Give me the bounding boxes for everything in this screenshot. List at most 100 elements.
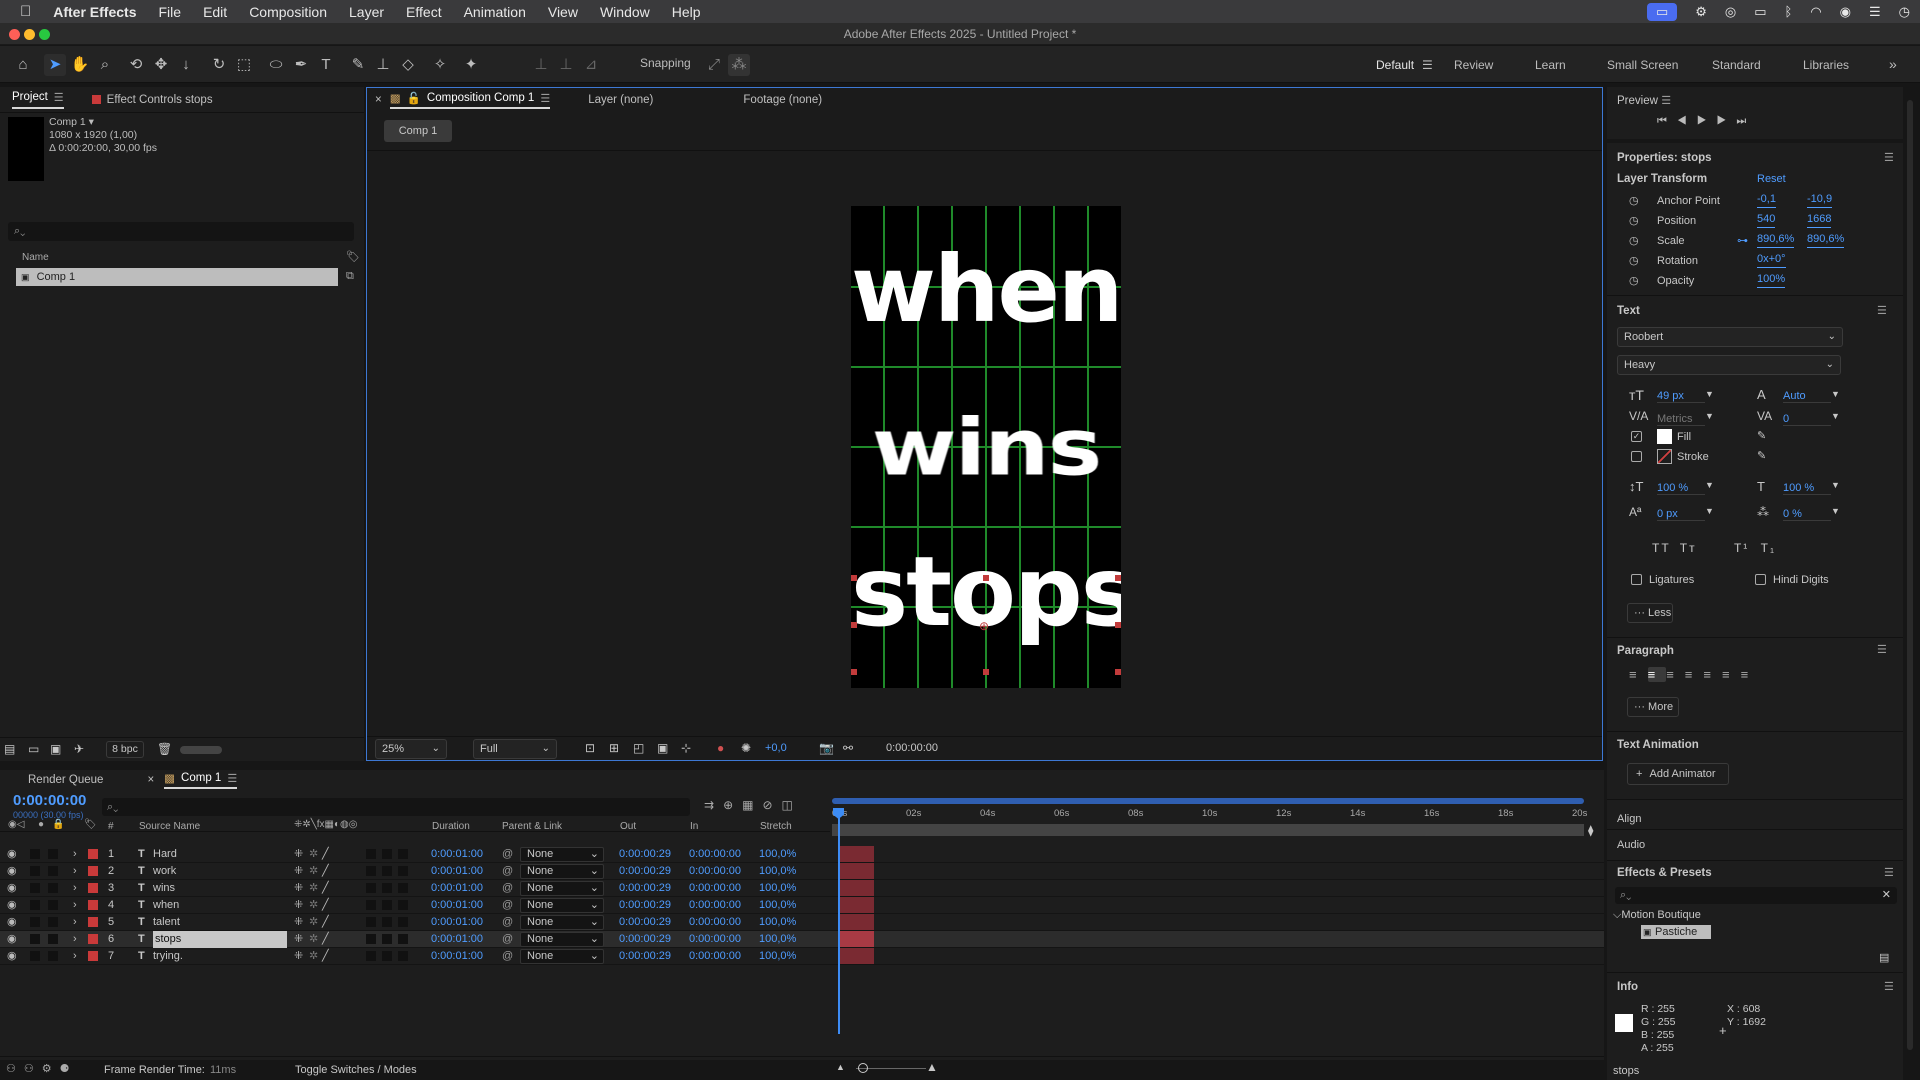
- layer-name[interactable]: when: [153, 897, 179, 914]
- tab-render-queue[interactable]: Render Queue: [28, 774, 103, 786]
- effects-search-input[interactable]: ⌕⌄ ✕: [1615, 887, 1897, 904]
- pick-whip-icon[interactable]: @: [502, 948, 513, 965]
- kerning-dropdown-icon[interactable]: ▼: [1705, 411, 1714, 421]
- layer-label-color[interactable]: [88, 883, 98, 893]
- visibility-eye-icon[interactable]: ◉: [7, 931, 17, 948]
- layer-name[interactable]: wins: [153, 880, 175, 897]
- timeline-layer-row[interactable]: ◉ › 7 Ttrying. ⁜ ✲ ╱ 0:00:01:00 @ None ⌄ 0:00:00:29…: [0, 948, 1604, 965]
- lock-toggle[interactable]: [48, 951, 58, 961]
- toggle-switches-modes-button[interactable]: Toggle Switches / Modes: [295, 1064, 417, 1076]
- lock-toggle[interactable]: [48, 934, 58, 944]
- selection-tool-icon[interactable]: ➤: [44, 54, 66, 76]
- parent-dropdown[interactable]: None ⌄: [520, 949, 604, 964]
- switch-box[interactable]: [366, 883, 376, 893]
- adjust-settings-icon[interactable]: ✈: [74, 742, 84, 756]
- lock-toggle[interactable]: [48, 900, 58, 910]
- time-ruler[interactable]: 00s02s04s06s08s10s12s14s16s18s20s: [832, 798, 1587, 846]
- workspace-standard[interactable]: Standard: [1712, 58, 1761, 72]
- align-right-icon[interactable]: ≡: [1666, 667, 1685, 682]
- tab-layer[interactable]: Layer (none): [588, 94, 653, 106]
- hindi-digits-checkbox[interactable]: [1755, 574, 1766, 585]
- comp-canvas[interactable]: when wins stops ⊕: [851, 206, 1121, 688]
- scale-x-value[interactable]: 890,6%: [1757, 231, 1795, 248]
- color-management-icon[interactable]: ✺: [741, 741, 751, 755]
- justify-all-icon[interactable]: ≡: [1741, 667, 1760, 682]
- justify-center-icon[interactable]: ≡: [1703, 667, 1722, 682]
- pick-whip-icon[interactable]: @: [502, 931, 513, 948]
- layer-name[interactable]: trying.: [153, 948, 183, 965]
- collapse-switch-icon[interactable]: ⁜: [294, 863, 303, 880]
- layer-label-color[interactable]: [88, 900, 98, 910]
- timeline-current-time[interactable]: 0:00:00:00: [13, 792, 86, 809]
- quality-switch-icon[interactable]: ✲: [309, 846, 318, 863]
- tab-effect-controls[interactable]: Effect Controls stops: [91, 94, 213, 106]
- close-window-button[interactable]: [9, 29, 20, 40]
- tsume-dropdown-icon[interactable]: ▼: [1831, 506, 1840, 516]
- visibility-eye-icon[interactable]: ◉: [7, 897, 17, 914]
- tsume-value[interactable]: 0 %: [1783, 508, 1831, 521]
- ellipse-tool-icon[interactable]: ⬭: [265, 54, 287, 76]
- dolly-camera-icon[interactable]: ↓: [175, 54, 197, 76]
- fast-previews-icon[interactable]: ⊡: [585, 741, 595, 755]
- solo-toggle[interactable]: [30, 900, 40, 910]
- timeline-layer-row[interactable]: ◉ › 2 Twork ⁜ ✲ ╱ 0:00:01:00 @ None ⌄ 0:00:00:29 0:0…: [0, 863, 1604, 880]
- font-style-dropdown[interactable]: Heavy ⌄: [1617, 355, 1841, 375]
- align-left-icon[interactable]: ≡: [1629, 667, 1648, 682]
- layer-stretch[interactable]: 100,0%: [759, 897, 796, 914]
- flowchart-icon[interactable]: ⧉: [346, 270, 354, 283]
- leading-value[interactable]: Auto: [1783, 390, 1831, 403]
- quality-slash-icon[interactable]: ╱: [322, 863, 329, 880]
- right-panel-scrollbar[interactable]: [1907, 100, 1913, 1050]
- workspace-learn[interactable]: Learn: [1535, 58, 1566, 72]
- properties-menu-icon[interactable]: ☰: [1884, 151, 1894, 164]
- axis-view-icon[interactable]: ⊿: [580, 54, 602, 76]
- reset-button[interactable]: Reset: [1757, 173, 1786, 185]
- expand-chevron-icon[interactable]: ›: [73, 880, 77, 897]
- menu-composition[interactable]: Composition: [249, 4, 327, 20]
- lock-toggle[interactable]: [48, 849, 58, 859]
- solo-toggle[interactable]: [30, 866, 40, 876]
- switch-box[interactable]: [398, 849, 408, 859]
- workspace-small-screen[interactable]: Small Screen: [1607, 58, 1678, 72]
- layer-stretch[interactable]: 100,0%: [759, 863, 796, 880]
- layer-name[interactable]: work: [153, 863, 176, 880]
- home-icon[interactable]: ⌂: [12, 54, 34, 76]
- minimize-window-button[interactable]: [24, 29, 35, 40]
- collapse-switch-icon[interactable]: ⁜: [294, 880, 303, 897]
- timeline-zoom-slider[interactable]: ▲ ▲: [836, 1060, 938, 1076]
- quality-switch-icon[interactable]: ✲: [309, 897, 318, 914]
- pick-whip-icon[interactable]: @: [502, 897, 513, 914]
- lock-toggle[interactable]: [48, 883, 58, 893]
- align-panel-header[interactable]: Align: [1617, 813, 1641, 825]
- frame-blending-icon[interactable]: ⊘: [762, 798, 781, 812]
- menu-effect[interactable]: Effect: [406, 4, 442, 20]
- bluetooth-icon[interactable]: ᛒ: [1785, 4, 1793, 19]
- pick-whip-icon[interactable]: @: [502, 880, 513, 897]
- collapse-switch-icon[interactable]: ⁜: [294, 931, 303, 948]
- anchor-x-value[interactable]: -0,1: [1757, 191, 1776, 208]
- visibility-eye-icon[interactable]: ◉: [7, 880, 17, 897]
- expand-chevron-icon[interactable]: ›: [73, 846, 77, 863]
- quality-slash-icon[interactable]: ╱: [322, 914, 329, 931]
- pick-whip-icon[interactable]: @: [502, 863, 513, 880]
- label-column-icon[interactable]: 🏷: [346, 250, 360, 263]
- layer-out-point[interactable]: 0:00:00:29: [619, 948, 671, 965]
- text-menu-icon[interactable]: ☰: [1877, 304, 1887, 317]
- stroke-checkbox[interactable]: [1631, 451, 1642, 462]
- timeline-layer-row[interactable]: ◉ › 5 Ttalent ⁜ ✲ ╱ 0:00:01:00 @ None ⌄ 0:00:00:29 0…: [0, 914, 1604, 931]
- toggle-in-out-icon[interactable]: ⚙: [42, 1063, 60, 1075]
- navigator-bar[interactable]: [832, 824, 1584, 836]
- baseline-dropdown-icon[interactable]: ▼: [1705, 506, 1714, 516]
- expand-chevron-icon[interactable]: ›: [73, 863, 77, 880]
- render-icon[interactable]: ⚇: [6, 1063, 24, 1075]
- fill-eyedropper-icon[interactable]: ✎: [1757, 429, 1766, 442]
- parent-dropdown[interactable]: None ⌄: [520, 915, 604, 930]
- layer-stretch[interactable]: 100,0%: [759, 880, 796, 897]
- less-button[interactable]: ··· Less: [1627, 603, 1673, 623]
- first-frame-icon[interactable]: ⏮: [1657, 115, 1677, 127]
- stopwatch-icon[interactable]: ◷: [1629, 255, 1639, 267]
- font-size-dropdown-icon[interactable]: ▼: [1705, 389, 1714, 399]
- stopwatch-icon[interactable]: ◷: [1629, 275, 1639, 287]
- resolution-dropdown[interactable]: Full ⌄: [473, 739, 557, 759]
- switch-box[interactable]: [366, 866, 376, 876]
